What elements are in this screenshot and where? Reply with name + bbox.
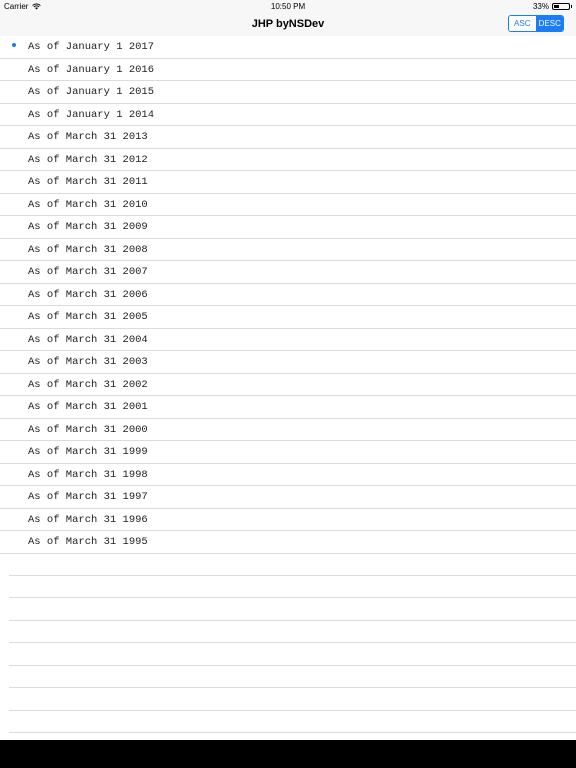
list-item-label: As of March 31 1995 [28, 536, 148, 548]
empty-row [9, 576, 576, 598]
empty-row [9, 688, 576, 711]
list-item[interactable]: As of March 31 1999 [0, 441, 576, 464]
selection-dot-icon [12, 43, 16, 47]
battery-percent: 33% [532, 2, 549, 11]
list-item-label: As of March 31 2009 [28, 221, 148, 233]
list-item[interactable]: As of March 31 2009 [0, 216, 576, 239]
page-title: JHP byNSDev [251, 18, 325, 30]
empty-row [9, 598, 576, 621]
list-item-label: As of March 31 2012 [28, 153, 148, 166]
list-item-label: As of March 31 1996 [28, 513, 148, 526]
list-item-label: As of January 1 2016 [28, 63, 155, 76]
bottom-bar [0, 740, 576, 768]
list-item-label: As of January 1 2014 [28, 108, 155, 121]
list-item[interactable]: As of March 31 2010 [0, 194, 576, 216]
list-item-label: As of March 31 2006 [28, 288, 148, 301]
sort-asc-segment[interactable]: ASC [509, 16, 536, 31]
list-item[interactable]: As of March 31 1998 [0, 464, 576, 486]
battery-icon [552, 3, 572, 10]
list-item[interactable]: As of March 31 2008 [0, 239, 576, 261]
list-item[interactable]: As of March 31 2007 [0, 261, 576, 284]
list-item-label: As of March 31 2000 [28, 423, 148, 436]
battery-tip [570, 5, 572, 8]
list-item-label: As of March 31 2013 [28, 131, 148, 143]
empty-row [9, 621, 576, 643]
empty-list-area [9, 553, 576, 733]
status-time: 10:50 PM [270, 2, 306, 11]
list-item[interactable]: As of March 31 2003 [0, 351, 576, 374]
navigation-bar: JHP byNSDev ASC DESC [0, 12, 576, 36]
list-item-label: As of March 31 2004 [28, 333, 148, 346]
status-right: 33% [532, 2, 572, 11]
sort-desc-segment[interactable]: DESC [535, 16, 563, 31]
empty-row [9, 711, 576, 733]
list-item[interactable]: As of January 1 2017 [0, 36, 576, 59]
list-item[interactable]: As of March 31 2000 [0, 419, 576, 441]
battery-fill [554, 5, 559, 8]
list-item-label: As of March 31 2005 [28, 311, 148, 323]
list-item-label: As of March 31 2010 [28, 198, 148, 211]
list-item[interactable]: As of March 31 2013 [0, 126, 576, 149]
status-bar: Carrier 10:50 PM 33% [0, 0, 576, 12]
list-item-label: As of March 31 2007 [28, 266, 148, 278]
list-item-label: As of March 31 1998 [28, 468, 148, 481]
list-item[interactable]: As of January 1 2014 [0, 104, 576, 126]
list-item[interactable]: As of March 31 2002 [0, 374, 576, 396]
list-item[interactable]: As of March 31 2012 [0, 149, 576, 171]
list-item[interactable]: As of March 31 1996 [0, 509, 576, 531]
list-item-label: As of March 31 2003 [28, 356, 148, 368]
empty-row [9, 666, 576, 688]
list-item[interactable]: As of January 1 2015 [0, 81, 576, 104]
empty-row [9, 643, 576, 666]
empty-row [9, 553, 576, 576]
list-item[interactable]: As of March 31 2001 [0, 396, 576, 419]
list-item-label: As of March 31 2011 [28, 176, 148, 188]
list-item[interactable]: As of March 31 2005 [0, 306, 576, 329]
list-item-label: As of March 31 2001 [28, 401, 148, 413]
list-item[interactable]: As of March 31 2011 [0, 171, 576, 194]
list-item-label: As of March 31 1997 [28, 491, 148, 503]
dates-list: As of January 1 2017 As of January 1 2016… [0, 36, 576, 554]
list-item-label: As of January 1 2015 [28, 86, 155, 98]
sort-segmented-control[interactable]: ASC DESC [508, 15, 564, 32]
list-item-label: As of March 31 2002 [28, 378, 148, 391]
list-item[interactable]: As of March 31 2006 [0, 284, 576, 306]
list-item-label: As of January 1 2017 [28, 41, 155, 53]
list-item[interactable]: As of March 31 1995 [0, 531, 576, 554]
list-item-label: As of March 31 2008 [28, 243, 148, 256]
list-item-label: As of March 31 1999 [28, 446, 148, 458]
list-item[interactable]: As of March 31 1997 [0, 486, 576, 509]
list-item[interactable]: As of March 31 2004 [0, 329, 576, 351]
list-item[interactable]: As of January 1 2016 [0, 59, 576, 81]
